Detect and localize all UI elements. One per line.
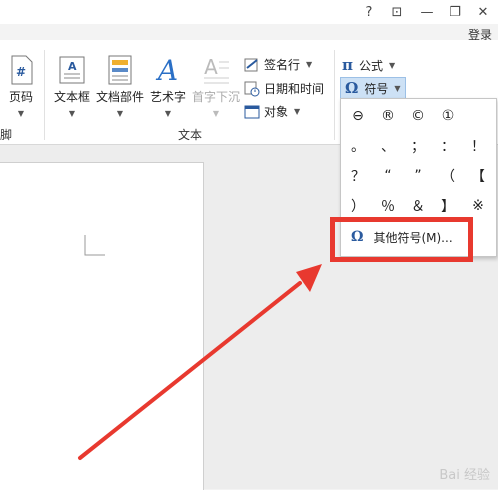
annotation-arrow bbox=[78, 264, 322, 460]
watermark: Bai 经验 bbox=[439, 468, 490, 483]
